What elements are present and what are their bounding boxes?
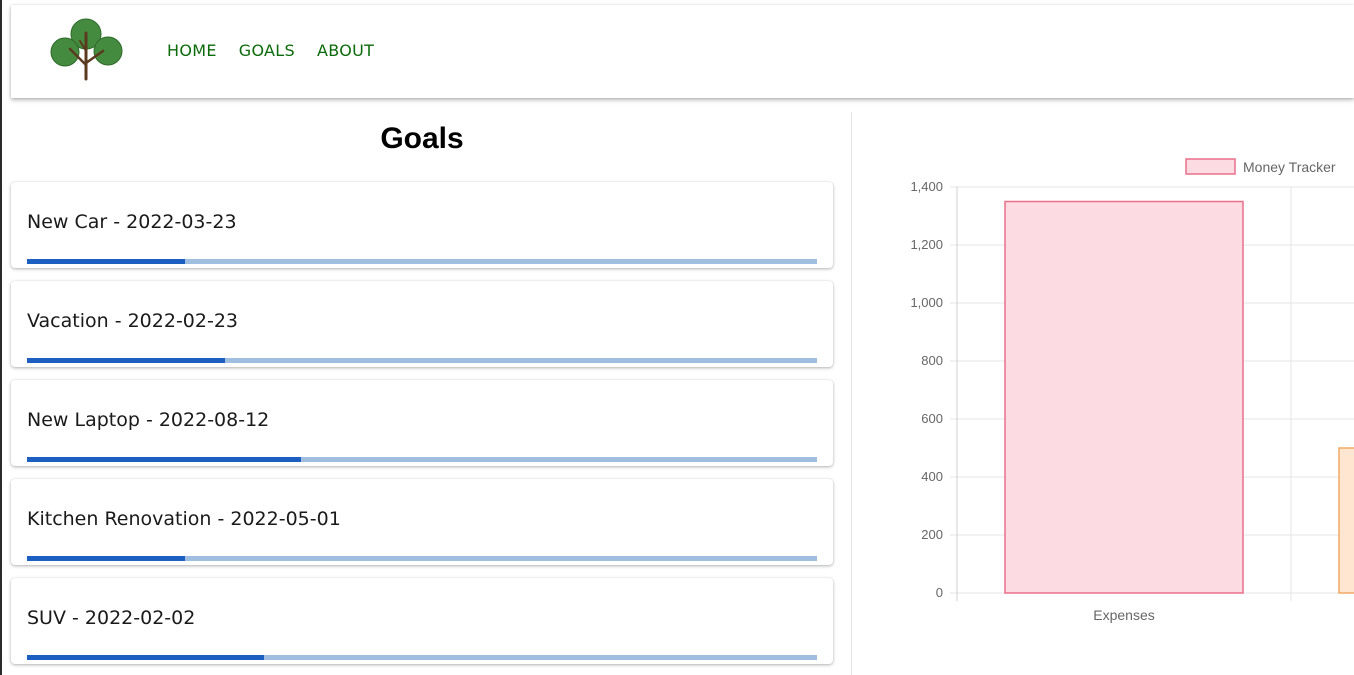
tree-icon[interactable] bbox=[49, 13, 129, 89]
goal-label: Vacation - 2022-02-23 bbox=[27, 310, 239, 332]
y-tick-label: 1,000 bbox=[910, 295, 943, 310]
goal-card[interactable]: Kitchen Renovation - 2022-05-01 bbox=[11, 479, 833, 565]
goal-card[interactable]: New Laptop - 2022-08-12 bbox=[11, 380, 833, 466]
bar-chart: 0 200 400 600 800 1,000 1,200 1,400 Expenses Mone… bbox=[910, 158, 1354, 623]
goals-panel: Goals New Car - 2022-03-23 Vacation - 20… bbox=[11, 110, 833, 675]
y-tick-label: 0 bbox=[936, 585, 943, 600]
money-tracker-chart: 0 200 400 600 800 1,000 1,200 1,400 Expenses Mone… bbox=[852, 112, 1354, 675]
goal-label: New Car - 2022-03-23 bbox=[27, 211, 237, 233]
y-tick-label: 200 bbox=[921, 527, 943, 542]
y-tick-label: 800 bbox=[921, 353, 943, 368]
y-tick-label: 600 bbox=[921, 411, 943, 426]
goal-progress-bar bbox=[27, 556, 817, 561]
legend-label: Money Tracker bbox=[1243, 159, 1336, 175]
goal-progress-fill bbox=[27, 655, 264, 660]
goal-progress-fill bbox=[27, 259, 185, 264]
goal-progress-fill bbox=[27, 556, 185, 561]
bar-category-2 bbox=[1338, 447, 1354, 594]
legend-swatch bbox=[1185, 158, 1236, 175]
goal-label: Kitchen Renovation - 2022-05-01 bbox=[27, 508, 341, 530]
goal-label: SUV - 2022-02-02 bbox=[27, 607, 196, 629]
nav-goals-link[interactable]: GOALS bbox=[239, 41, 295, 61]
y-tick-label: 400 bbox=[921, 469, 943, 484]
goal-progress-fill bbox=[27, 457, 302, 462]
bar-expenses bbox=[1004, 200, 1244, 594]
x-tick-label: Expenses bbox=[1093, 607, 1154, 623]
goal-card[interactable]: SUV - 2022-02-02 bbox=[11, 578, 833, 664]
goals-title: Goals bbox=[380, 122, 464, 155]
goal-progress-bar bbox=[27, 358, 817, 363]
top-navbar: HOME GOALS ABOUT bbox=[11, 5, 1354, 98]
goal-progress-fill bbox=[27, 358, 225, 363]
goal-progress-bar bbox=[27, 457, 817, 462]
goal-progress-bar bbox=[27, 259, 817, 264]
nav-home-link[interactable]: HOME bbox=[167, 41, 217, 61]
nav-about-link[interactable]: ABOUT bbox=[317, 41, 374, 61]
y-tick-label: 1,200 bbox=[910, 237, 943, 252]
goal-label: New Laptop - 2022-08-12 bbox=[27, 409, 270, 431]
goal-card[interactable]: New Car - 2022-03-23 bbox=[11, 182, 833, 268]
goal-card[interactable]: Vacation - 2022-02-23 bbox=[11, 281, 833, 367]
goal-progress-bar bbox=[27, 655, 817, 660]
y-tick-label: 1,400 bbox=[910, 179, 943, 194]
window-edge bbox=[0, 0, 2, 675]
